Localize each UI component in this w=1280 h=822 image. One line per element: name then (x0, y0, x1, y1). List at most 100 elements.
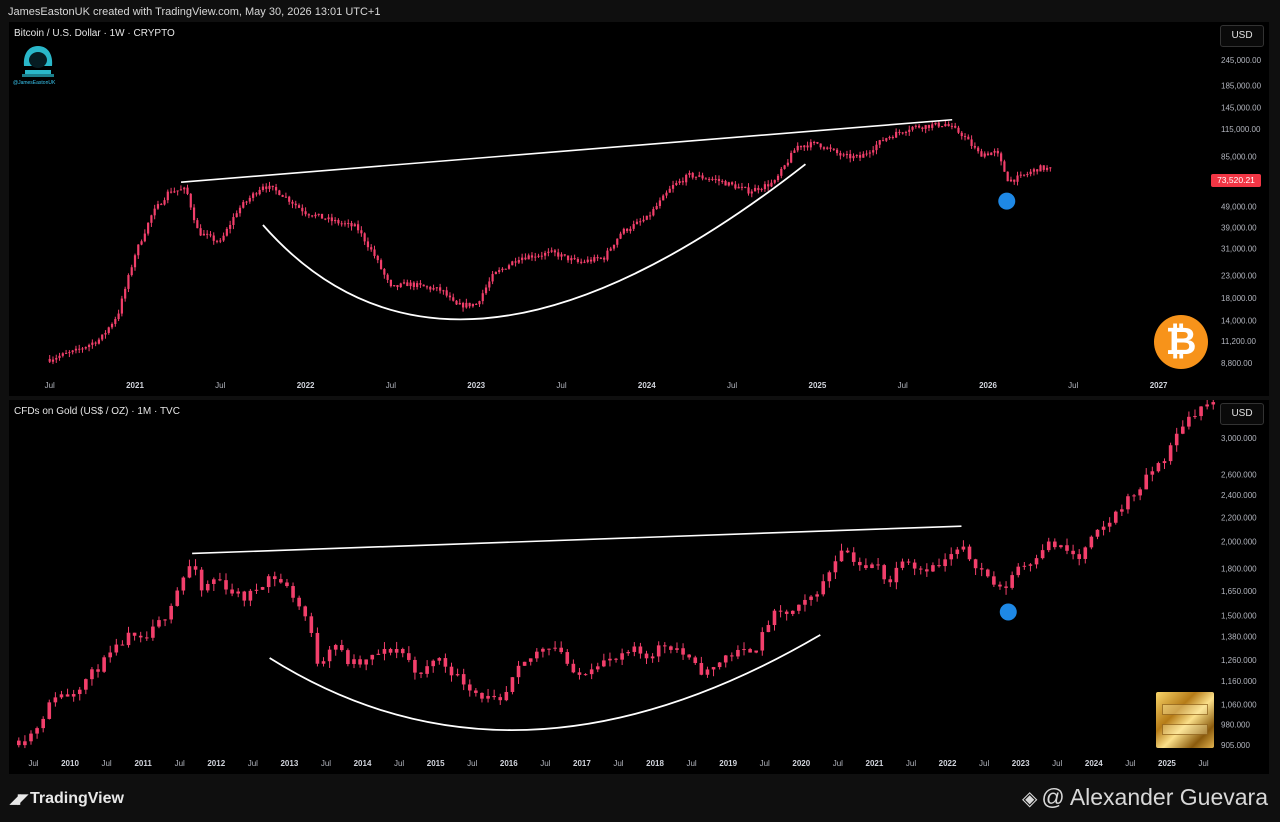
candle-body (799, 145, 803, 148)
gold-currency-button[interactable]: USD (1220, 403, 1264, 425)
candle-body (78, 348, 81, 350)
tradingview-logo[interactable]: ◢◤ TradingView (10, 790, 124, 808)
candle-body (1003, 161, 1006, 172)
candle-body (826, 147, 829, 149)
candle-body (516, 665, 521, 678)
candle-body (881, 140, 885, 142)
y-tick-label: 2,000.000 (1221, 538, 1257, 547)
candle-body (445, 290, 448, 296)
y-tick-label: 115,000.00 (1221, 125, 1261, 134)
bitcoin-current-price-tag: 73,520.21 (1211, 174, 1261, 187)
candle-body (117, 313, 120, 320)
candle-body (998, 584, 1002, 587)
candle-body (626, 228, 629, 232)
candle-body (521, 257, 524, 261)
candle-body (383, 269, 386, 275)
candle-body (704, 178, 707, 180)
candle-body (629, 228, 632, 232)
candle-body (458, 302, 461, 305)
candle-body (303, 606, 308, 617)
candle-body (885, 138, 888, 141)
candle-body (110, 323, 114, 328)
cup-curve[interactable] (262, 163, 807, 321)
candle-body (721, 180, 724, 182)
bitcoin-currency-button[interactable]: USD (1220, 25, 1264, 47)
x-tick-label: Jul (540, 759, 550, 768)
x-tick-label: 2018 (646, 759, 664, 768)
candle-body (1095, 529, 1100, 537)
candle-body (543, 252, 547, 256)
x-tick-label: 2021 (126, 381, 144, 390)
candle-body (41, 718, 45, 729)
x-tick-label: 2026 (979, 381, 997, 390)
candle-body (760, 189, 763, 191)
candle-body (288, 196, 291, 202)
candle-body (1126, 496, 1130, 510)
candle-body (297, 597, 301, 607)
candle-body (491, 274, 494, 282)
x-tick-label: 2025 (1158, 759, 1176, 768)
x-tick-label: Jul (1198, 759, 1208, 768)
candle-body (442, 290, 445, 292)
candle-body (74, 348, 78, 351)
candle-body (773, 180, 776, 183)
candle-body (809, 596, 813, 600)
candle-body (163, 200, 166, 205)
candle-body (949, 554, 954, 560)
candle-body (84, 347, 87, 349)
candle-body (205, 583, 210, 591)
candle-body (763, 184, 767, 190)
x-tick-label: 2020 (792, 759, 810, 768)
candle-body (819, 143, 822, 148)
x-tick-label: 2019 (719, 759, 737, 768)
candle-body (668, 188, 671, 193)
y-tick-label: 8,800.00 (1221, 359, 1253, 368)
candle-body (107, 327, 110, 333)
resistance-trendline[interactable] (192, 525, 962, 555)
gold-chart-panel[interactable]: 3,000.000 2,600.000 2,400.000 2,200.000 2,00… (9, 400, 1269, 774)
candle-body (553, 250, 557, 253)
candle-body (498, 270, 501, 272)
candle-body (723, 655, 728, 663)
candle-body (425, 286, 429, 288)
y-tick-label: 2,400.000 (1221, 491, 1257, 500)
x-tick-label: 2027 (1150, 381, 1168, 390)
candle-body (475, 304, 478, 306)
bitcoin-chart-svg[interactable]: 325,000.00245,000.00185,000.00145,000.00… (9, 22, 1269, 396)
y-tick-label: 185,000.00 (1221, 81, 1262, 90)
candle-body (714, 178, 717, 180)
candle-body (678, 181, 681, 183)
candle-body (961, 546, 966, 550)
candle-body (639, 221, 642, 223)
candle-body (973, 145, 976, 148)
candle-body (977, 147, 980, 152)
candle-body (731, 182, 734, 185)
candle-body (330, 217, 333, 222)
candle-body (59, 694, 64, 698)
candle-body (691, 172, 694, 178)
candle-body (839, 153, 842, 156)
candle-body (468, 302, 471, 307)
gold-chart-svg[interactable]: 3,000.000 2,600.000 2,400.000 2,200.000 2,00… (9, 400, 1269, 774)
candle-body (1162, 461, 1167, 464)
bitcoin-chart-panel[interactable]: 325,000.00245,000.00185,000.00145,000.00… (9, 22, 1269, 396)
candle-body (645, 215, 648, 220)
bottom-marker-dot (999, 603, 1017, 621)
candle-body (144, 637, 149, 639)
candle-body (238, 207, 242, 214)
candle-body (619, 233, 622, 239)
candle-body (340, 223, 343, 225)
candle-body (937, 122, 940, 127)
candle-body (655, 205, 658, 210)
candle-body (681, 648, 685, 655)
candle-body (736, 649, 740, 657)
candle-body (199, 228, 202, 236)
candle-body (635, 221, 639, 225)
y-tick-label: 1,500.000 (1221, 611, 1257, 620)
candle-body (219, 240, 222, 242)
candle-body (835, 149, 839, 154)
candle-body (406, 282, 409, 287)
candle-body (389, 279, 392, 287)
candle-body (806, 145, 809, 148)
avatar-handle: @JamesEastonUK (13, 80, 56, 86)
